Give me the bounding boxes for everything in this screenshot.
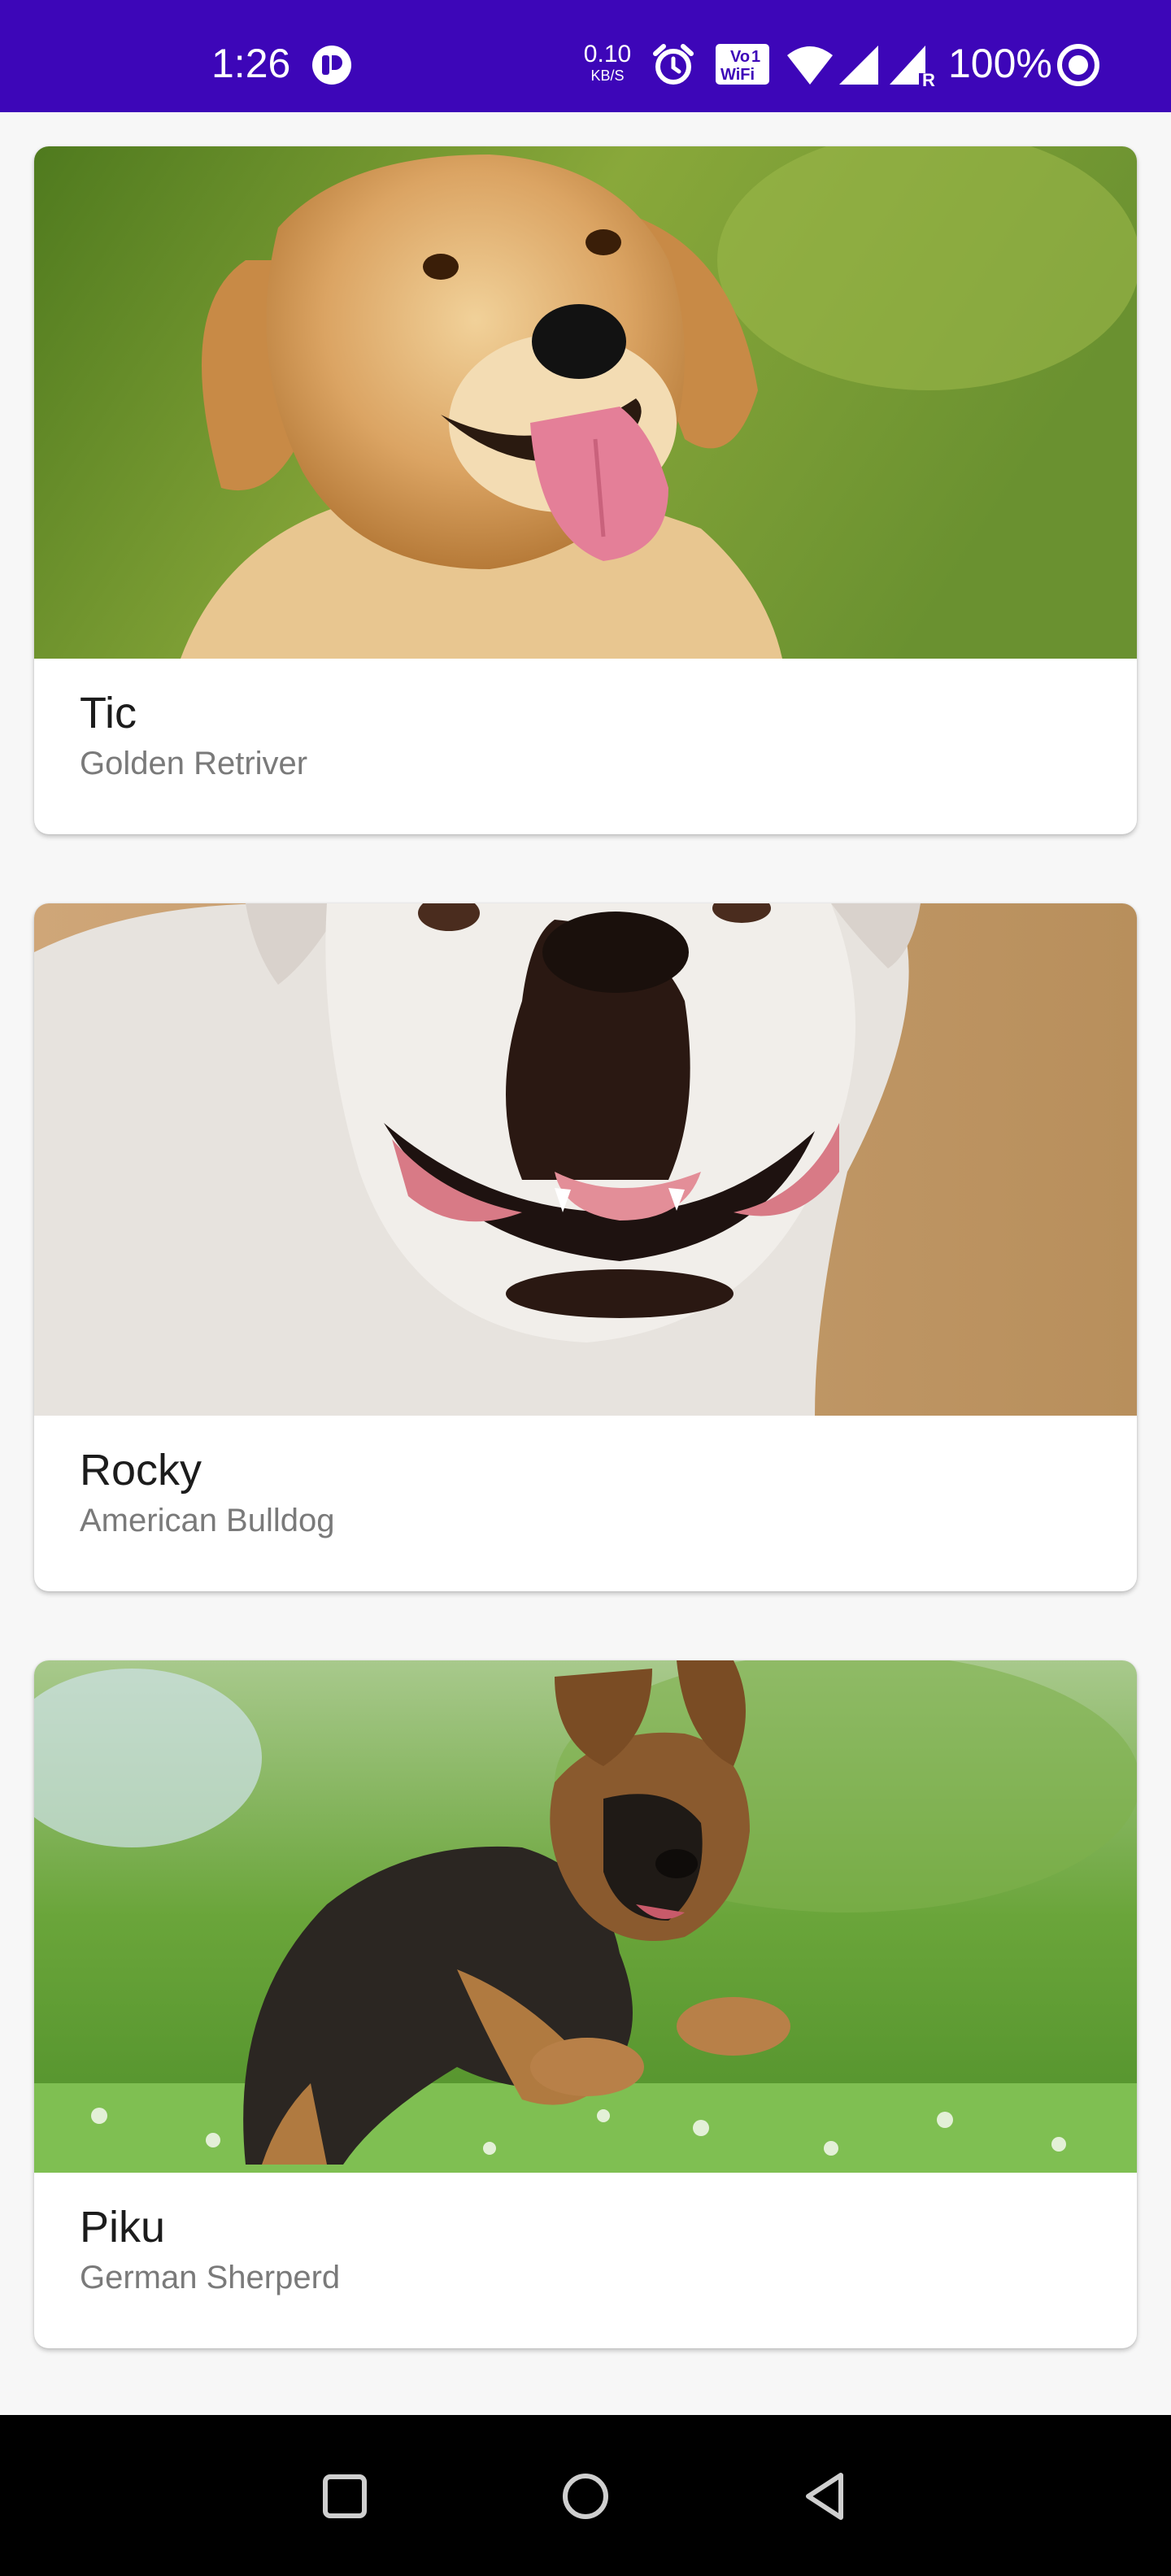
dog-name: Tic: [80, 689, 137, 738]
alarm-clock-icon: [651, 42, 696, 92]
app-notification-icon: [311, 44, 353, 90]
wifi-label: WiFi: [720, 66, 755, 84]
dog-name: Piku: [80, 2203, 166, 2252]
dog-breed: German Sherperd: [80, 2260, 341, 2295]
network-speed: 0.10 KB/S: [579, 41, 636, 84]
battery-saver-icon: [1056, 42, 1101, 92]
dog-breed: Golden Retriver: [80, 746, 308, 781]
dog-card[interactable]: Rocky American Bulldog: [34, 903, 1137, 1591]
network-speed-value: 0.10: [583, 41, 632, 67]
dog-card[interactable]: Tic Golden Retriver: [34, 146, 1137, 834]
svg-text:R: R: [922, 70, 935, 86]
dog-breed: American Bulldog: [80, 1503, 335, 1538]
network-speed-unit: KB/S: [590, 67, 625, 84]
wifi-signal-icon: [786, 44, 834, 90]
american-bulldog-photo: [34, 903, 1137, 1416]
volte-label: Vo: [730, 48, 750, 66]
navigation-bar: [0, 2415, 1171, 2576]
status-time: 1:26: [211, 41, 291, 86]
sim-label: 1: [751, 48, 760, 66]
back-triangle-icon[interactable]: [795, 2465, 857, 2527]
dog-name: Rocky: [80, 1446, 202, 1495]
cell-signal-icon: [838, 44, 880, 90]
recents-square-icon[interactable]: [314, 2465, 376, 2527]
dog-card[interactable]: Piku German Sherperd: [34, 1660, 1137, 2348]
german-shepherd-puppy-photo: [34, 1660, 1137, 2173]
home-circle-icon[interactable]: [555, 2465, 616, 2527]
status-bar: 1:26 0.10 KB/S Vo 1 WiFi R 100%: [0, 0, 1171, 112]
battery-percent: 100%: [948, 41, 1052, 86]
vowifi-icon: Vo 1 WiFi: [714, 41, 771, 92]
golden-retriever-photo: [34, 146, 1137, 659]
cell-signal-roaming-icon: R: [888, 44, 937, 90]
